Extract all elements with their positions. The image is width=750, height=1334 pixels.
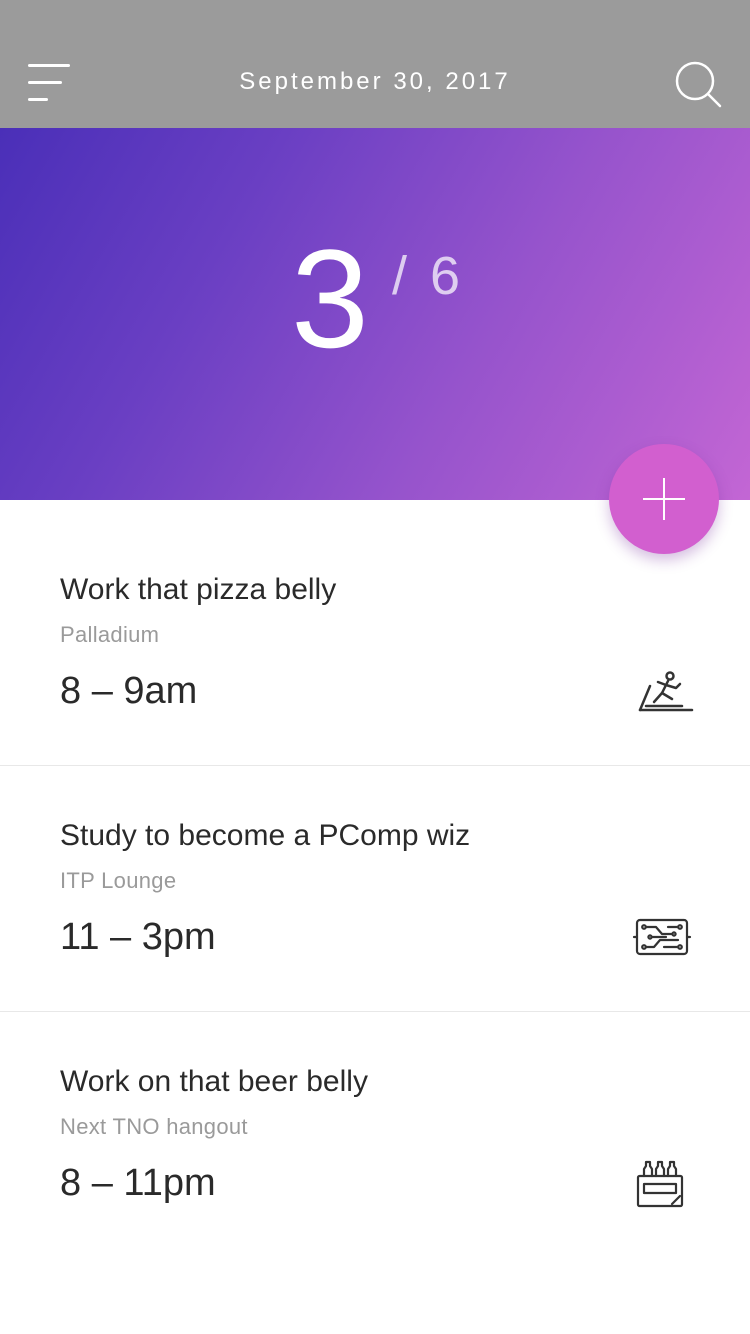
event-time: 11 – 3pm — [60, 916, 216, 958]
circuit-board-icon — [632, 918, 692, 956]
event-location: Next TNO hangout — [60, 1114, 248, 1139]
event-card[interactable]: Work that pizza belly Palladium 8 – 9am — [0, 520, 750, 766]
event-location: ITP Lounge — [60, 868, 177, 893]
event-title: Work that pizza belly — [60, 573, 337, 606]
event-card[interactable]: Work on that beer belly Next TNO hangout… — [0, 1012, 750, 1257]
beer-pack-icon — [636, 1160, 684, 1208]
event-list: Work that pizza belly Palladium 8 – 9am … — [0, 520, 750, 1257]
total-count: / 6 — [392, 246, 465, 306]
treadmill-icon — [638, 671, 694, 712]
event-title: Work on that beer belly — [60, 1065, 368, 1098]
menu-icon-line — [28, 98, 48, 101]
event-time: 8 – 9am — [60, 670, 198, 712]
top-bar: September 30, 2017 — [0, 0, 750, 128]
date-title: September 30, 2017 — [239, 68, 511, 95]
event-title: Study to become a PComp wiz — [60, 819, 471, 852]
search-icon — [675, 61, 722, 108]
event-card[interactable]: Study to become a PComp wiz ITP Lounge 1… — [0, 766, 750, 1012]
search-button[interactable] — [672, 58, 726, 112]
event-location: Palladium — [60, 622, 160, 647]
event-time: 8 – 11pm — [60, 1162, 216, 1204]
completed-count: 3 — [291, 220, 369, 377]
